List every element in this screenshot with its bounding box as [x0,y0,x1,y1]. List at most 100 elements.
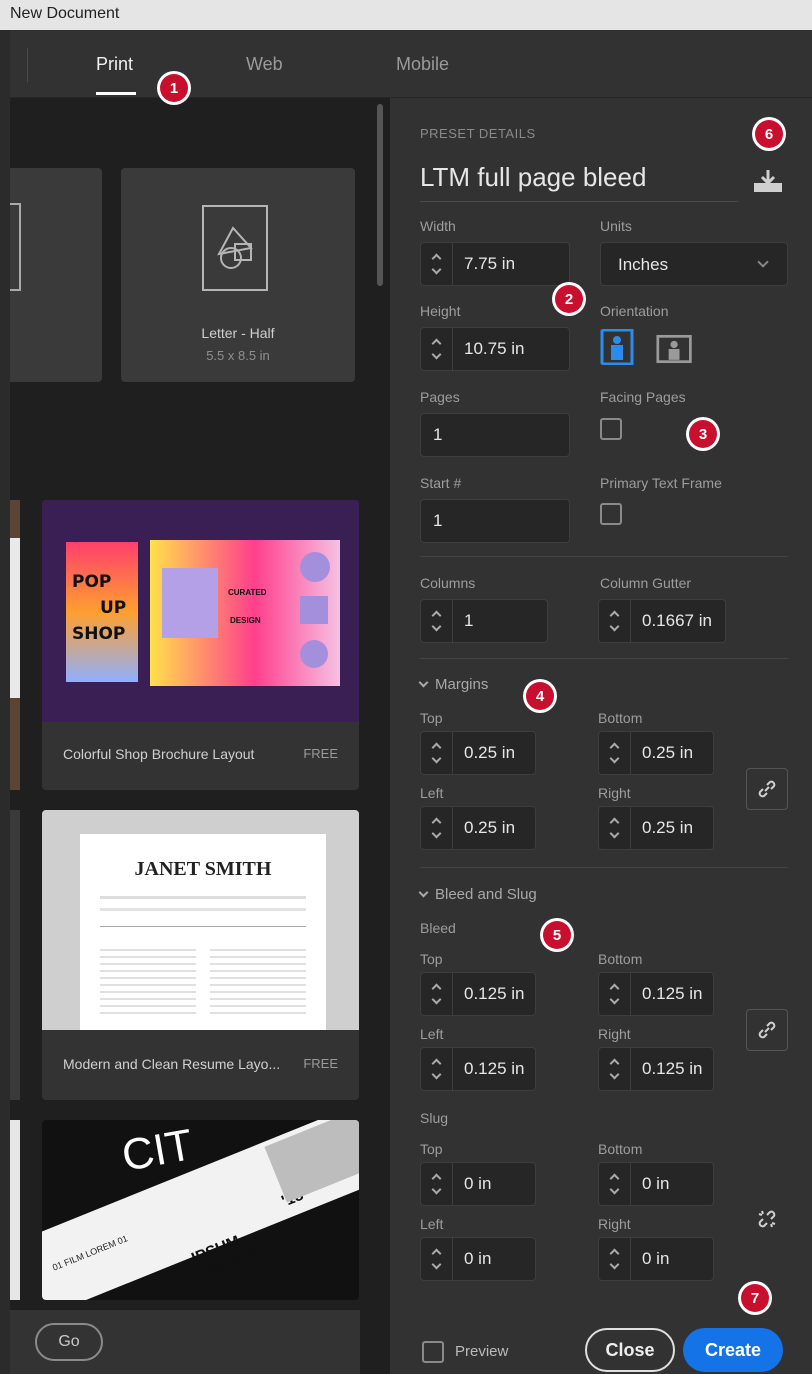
preset-name-input[interactable]: LTM full page bleed [420,162,738,202]
bleed-right-field[interactable]: 0.125 in [598,1047,714,1091]
template-card-festival[interactable]: CIT 01 FILM LOREM 01 IPSUM FESTIVAL '18 [42,1120,359,1300]
margin-bottom-field[interactable]: 0.25 in [598,731,714,775]
preset-details-panel: PRESET DETAILS LTM full page bleed Width… [390,98,812,1374]
scrollbar-thumb[interactable] [377,104,383,286]
slug-bottom-label: Bottom [598,1141,643,1157]
template-footer: Colorful Shop Brochure Layout FREE [42,722,359,790]
tab-mobile[interactable]: Mobile [396,54,449,75]
pages-field[interactable]: 1 [420,413,570,457]
chevron-down-icon [418,887,429,898]
bleed-left-field[interactable]: 0.125 in [420,1047,536,1091]
units-label: Units [600,218,632,234]
slug-top-label: Top [420,1141,443,1157]
units-select[interactable]: Inches [600,242,788,286]
width-label: Width [420,218,456,234]
column-gutter-label: Column Gutter [600,575,692,591]
slug-top-field[interactable]: 0 in [420,1162,536,1206]
preset-card-partial[interactable] [10,168,102,382]
template-name: Colorful Shop Brochure Layout [63,746,255,762]
window-title: New Document [0,0,812,30]
callout-badge-1: 1 [157,71,191,105]
start-page-field[interactable]: 1 [420,499,570,543]
create-button[interactable]: Create [683,1328,783,1372]
bleed-label: Bleed [420,920,456,936]
preset-size: 5.5 x 8.5 in [206,348,270,363]
template-thumb-partial [10,810,20,1100]
template-thumbnail: POP UP SHOP CURATED DESIGN [42,500,359,722]
height-field[interactable]: 10.75 in [420,327,570,371]
template-thumb-partial [10,538,20,698]
link-icon [758,1021,776,1039]
bleed-slug-section-toggle[interactable]: Bleed and Slug [418,886,537,903]
pages-label: Pages [420,389,460,405]
orientation-label: Orientation [600,303,669,319]
margins-section-toggle[interactable]: Margins [418,676,488,693]
divider [420,556,788,557]
callout-badge-4: 4 [523,679,557,713]
active-tab-indicator [96,92,136,95]
tab-web[interactable]: Web [246,54,283,75]
preview-checkbox[interactable] [422,1341,444,1363]
columns-stepper[interactable] [421,600,453,642]
preset-browser: Letter - Half 5.5 x 8.5 in POP UP SHOP C… [10,98,390,1374]
primary-text-frame-checkbox[interactable] [600,503,622,525]
slug-left-label: Left [420,1216,444,1232]
go-button[interactable]: Go [35,1323,103,1361]
slug-right-label: Right [598,1216,631,1232]
template-price: FREE [303,746,338,761]
slug-bottom-field[interactable]: 0 in [598,1162,714,1206]
preview-label: Preview [455,1343,509,1360]
callout-badge-3: 3 [686,417,720,451]
margin-right-field[interactable]: 0.25 in [598,806,714,850]
bleed-bottom-label: Bottom [598,951,643,967]
template-thumbnail: JANET SMITH [42,810,359,1030]
divider [420,867,788,868]
columns-label: Columns [420,575,476,591]
landscape-orientation-icon[interactable] [656,331,694,367]
chevron-down-icon [757,256,769,268]
margin-left-label: Left [420,785,444,801]
template-card-resume[interactable]: JANET SMITH Modern and Clean Resume Layo… [42,810,359,1100]
height-stepper[interactable] [421,328,453,370]
portrait-orientation-icon[interactable] [600,329,638,365]
template-name: Modern and Clean Resume Layo... [63,1056,281,1072]
preset-card-letter-half[interactable]: Letter - Half 5.5 x 8.5 in [121,168,355,382]
slug-right-field[interactable]: 0 in [598,1237,714,1281]
link-icon [758,780,776,798]
shapes-page-icon [202,205,268,291]
chevron-down-icon [418,677,429,688]
bleed-top-label: Top [420,951,443,967]
margins-link-button[interactable] [746,768,788,810]
bleed-top-field[interactable]: 0.125 in [420,972,536,1016]
column-gutter-field[interactable]: 0.1667 in [598,599,726,643]
template-thumb-partial [10,1120,20,1300]
tab-divider [27,48,28,82]
tab-bar: Print Web Mobile [10,30,812,98]
columns-field[interactable]: 1 [420,599,548,643]
template-price: FREE [303,1056,338,1071]
margin-left-field[interactable]: 0.25 in [420,806,536,850]
margin-top-field[interactable]: 0.25 in [420,731,536,775]
margin-top-label: Top [420,710,443,726]
unlink-icon[interactable] [756,1208,778,1230]
slug-left-field[interactable]: 0 in [420,1237,536,1281]
preset-name: Letter - Half [201,325,275,341]
save-preset-icon[interactable] [752,168,784,194]
slug-label: Slug [420,1110,449,1126]
close-button[interactable]: Close [585,1328,675,1372]
facing-pages-checkbox[interactable] [600,418,622,440]
template-card-brochure[interactable]: POP UP SHOP CURATED DESIGN Colorful Shop… [42,500,359,790]
width-stepper[interactable] [421,243,453,285]
tab-print[interactable]: Print [96,54,133,75]
template-search-bar: Go [10,1310,360,1374]
section-title: PRESET DETAILS [420,126,536,141]
bleed-left-label: Left [420,1026,444,1042]
facing-pages-label: Facing Pages [600,389,686,405]
bleed-bottom-field[interactable]: 0.125 in [598,972,714,1016]
width-field[interactable]: 7.75 in [420,242,570,286]
height-label: Height [420,303,461,319]
gutter-stepper[interactable] [599,600,631,642]
callout-badge-2: 2 [552,282,586,316]
bleed-link-button[interactable] [746,1009,788,1051]
start-page-label: Start # [420,475,462,491]
